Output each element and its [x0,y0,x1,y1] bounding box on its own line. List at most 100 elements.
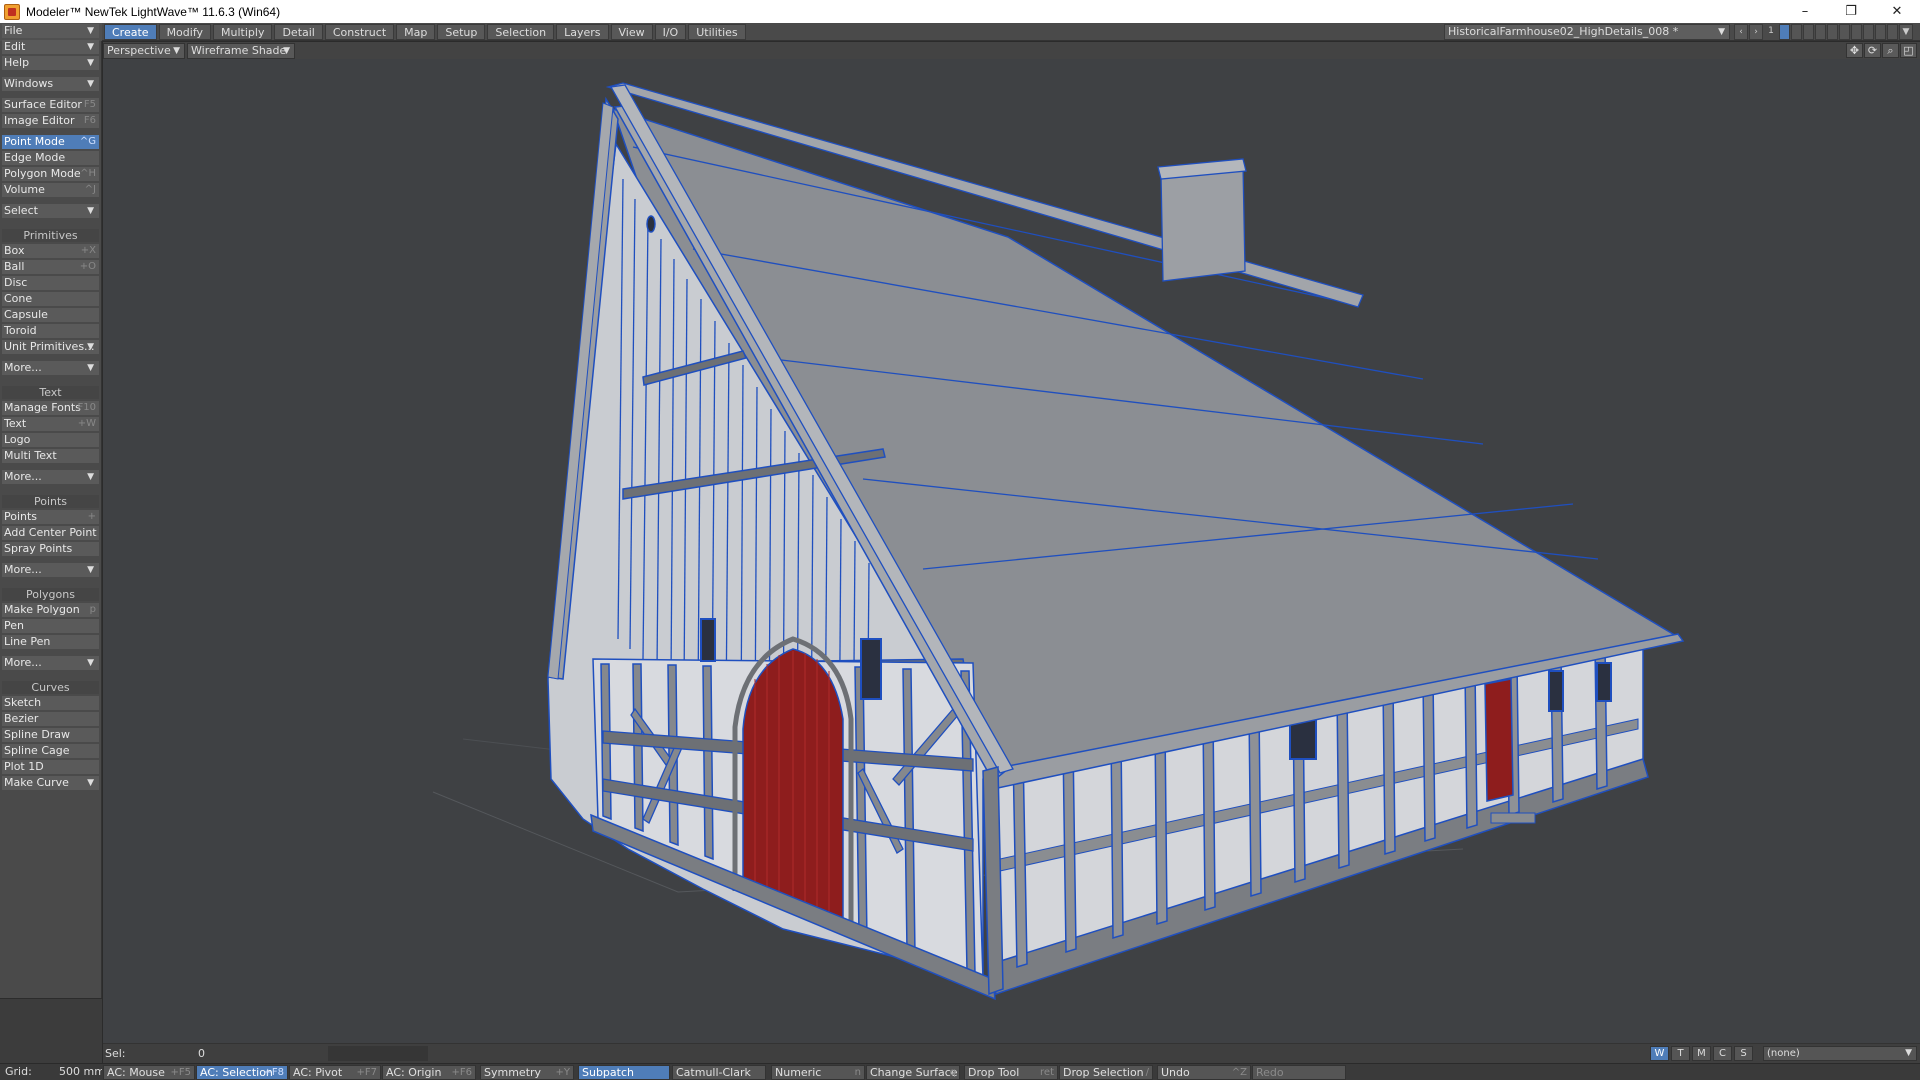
polygons-more-menu[interactable]: More... ▼ [2,656,99,670]
surface-dropdown[interactable]: (none) ▼ [1763,1046,1917,1061]
manage-fonts-button[interactable]: Manage Fonts F10 [2,401,99,415]
numeric-button[interactable]: Numeric n [771,1065,865,1080]
ac-selection-button[interactable]: AC: Selection +F8 [196,1065,288,1080]
make-polygon-button[interactable]: Make Polygon p [2,603,99,617]
layer-box-1[interactable] [1779,24,1790,40]
tab-selection[interactable]: Selection [487,24,555,40]
zoom-view-icon[interactable]: ⌕ [1882,43,1899,58]
unit-primitives-menu[interactable]: Unit Primitives... ▼ [2,340,99,354]
layer-box-8[interactable] [1863,24,1874,40]
move-view-icon[interactable]: ✥ [1846,43,1863,58]
disc-tool-button[interactable]: Disc [2,276,99,290]
rotate-view-icon[interactable]: ⟳ [1864,43,1881,58]
polygon-mode-button[interactable]: Polygon Mode ^H [2,167,99,181]
layer-box-4[interactable] [1815,24,1826,40]
help-menu[interactable]: Help ▼ [2,56,99,70]
subpatch-type-dropdown[interactable]: Catmull-Clark [672,1065,766,1080]
layer-number: 1 [1768,26,1774,36]
layer-box-2[interactable] [1791,24,1802,40]
plot-1d-button[interactable]: Plot 1D [2,760,99,774]
spline-cage-button[interactable]: Spline Cage [2,744,99,758]
bezier-tool-button[interactable]: Bezier [2,712,99,726]
file-menu[interactable]: File ▼ [2,24,99,38]
undo-button[interactable]: Undo ^Z [1157,1065,1251,1080]
image-editor-button[interactable]: Image Editor F6 [2,114,99,128]
multi-text-button[interactable]: Multi Text [2,449,99,463]
drop-selection-button[interactable]: Drop Selection / [1059,1065,1153,1080]
cone-tool-button[interactable]: Cone [2,292,99,306]
subpatch-button[interactable]: Subpatch [578,1065,670,1080]
layer-box-3[interactable] [1803,24,1814,40]
logo-tool-button[interactable]: Logo [2,433,99,447]
previous-layer-icon[interactable]: ‹ [1734,24,1748,40]
tab-create[interactable]: Create [104,24,157,40]
layer-box-9[interactable] [1875,24,1886,40]
tab-utilities[interactable]: Utilities [688,24,746,40]
box-tool-button[interactable]: Box +X [2,244,99,258]
symmetry-button[interactable]: Symmetry +Y [480,1065,574,1080]
windows-menu[interactable]: Windows ▼ [2,77,99,91]
primitives-more-menu[interactable]: More... ▼ [2,361,99,375]
restore-button[interactable]: ❐ [1828,0,1874,23]
ac-mouse-button[interactable]: AC: Mouse +F5 [103,1065,195,1080]
tab-setup[interactable]: Setup [437,24,486,40]
next-layer-icon[interactable]: › [1749,24,1763,40]
spray-points-button[interactable]: Spray Points [2,542,99,556]
toggle-m[interactable]: M [1692,1046,1711,1061]
toggle-s[interactable]: S [1734,1046,1753,1061]
change-surface-button[interactable]: Change Surface q [866,1065,960,1080]
tab-view[interactable]: View [610,24,653,40]
layer-box-5[interactable] [1827,24,1838,40]
tab-multiply[interactable]: Multiply [213,24,273,40]
curves-header: Curves [2,681,99,694]
maximize-view-icon[interactable]: ◰ [1900,43,1917,58]
redo-button[interactable]: Redo [1252,1065,1346,1080]
chevron-down-icon: ▼ [87,778,94,788]
status-bar: Grid: 500 mm AC: Mouse +F5 AC: Selection +… [0,1063,1920,1080]
spline-draw-button[interactable]: Spline Draw [2,728,99,742]
ac-pivot-button[interactable]: AC: Pivot +F7 [289,1065,381,1080]
capsule-tool-button[interactable]: Capsule [2,308,99,322]
add-center-point-button[interactable]: Add Center Point [2,526,99,540]
view-type-dropdown[interactable]: Perspective ▼ [103,43,185,59]
ac-origin-button[interactable]: AC: Origin +F6 [382,1065,476,1080]
toggle-t[interactable]: T [1671,1046,1690,1061]
pen-tool-button[interactable]: Pen [2,619,99,633]
tab-io[interactable]: I/O [654,24,687,40]
edit-menu[interactable]: Edit ▼ [2,40,99,54]
make-curve-menu[interactable]: Make Curve ▼ [2,776,99,790]
toroid-tool-button[interactable]: Toroid [2,324,99,338]
sel-info-field [328,1046,428,1061]
layer-box-7[interactable] [1851,24,1862,40]
tab-map[interactable]: Map [396,24,436,40]
toggle-w[interactable]: W [1650,1046,1669,1061]
layer-box-6[interactable] [1839,24,1850,40]
tab-layers[interactable]: Layers [556,24,609,40]
perspective-viewport[interactable] [103,59,1920,1043]
menu-tab-row: Create Modify Multiply Detail Construct … [0,23,1920,41]
minimize-button[interactable]: – [1782,0,1828,23]
volume-mode-button[interactable]: Volume ^J [2,183,99,197]
line-pen-button[interactable]: Line Pen [2,635,99,649]
shading-mode-dropdown[interactable]: Wireframe Shade ▼ [187,43,295,59]
close-button[interactable]: ✕ [1874,0,1920,23]
sketch-tool-button[interactable]: Sketch [2,696,99,710]
layer-box-10[interactable] [1887,24,1898,40]
edge-mode-button[interactable]: Edge Mode [2,151,99,165]
drop-tool-button[interactable]: Drop Tool ret [964,1065,1058,1080]
surface-editor-button[interactable]: Surface Editor F5 [2,98,99,112]
layers-menu-icon[interactable]: ▼ [1899,24,1913,40]
point-mode-button[interactable]: Point Mode ^G [2,135,99,149]
ball-tool-button[interactable]: Ball +O [2,260,99,274]
tab-modify[interactable]: Modify [158,24,212,40]
text-tool-button[interactable]: Text +W [2,417,99,431]
object-select-dropdown[interactable]: HistoricalFarmhouse02_HighDetails_008 * … [1444,24,1730,40]
points-more-menu[interactable]: More... ▼ [2,563,99,577]
toggle-c[interactable]: C [1713,1046,1732,1061]
tab-detail[interactable]: Detail [274,24,323,40]
points-tool-button[interactable]: Points + [2,510,99,524]
text-more-menu[interactable]: More... ▼ [2,470,99,484]
chimney [1160,165,1246,282]
select-menu[interactable]: Select ▼ [2,204,99,218]
tab-construct[interactable]: Construct [324,24,395,40]
